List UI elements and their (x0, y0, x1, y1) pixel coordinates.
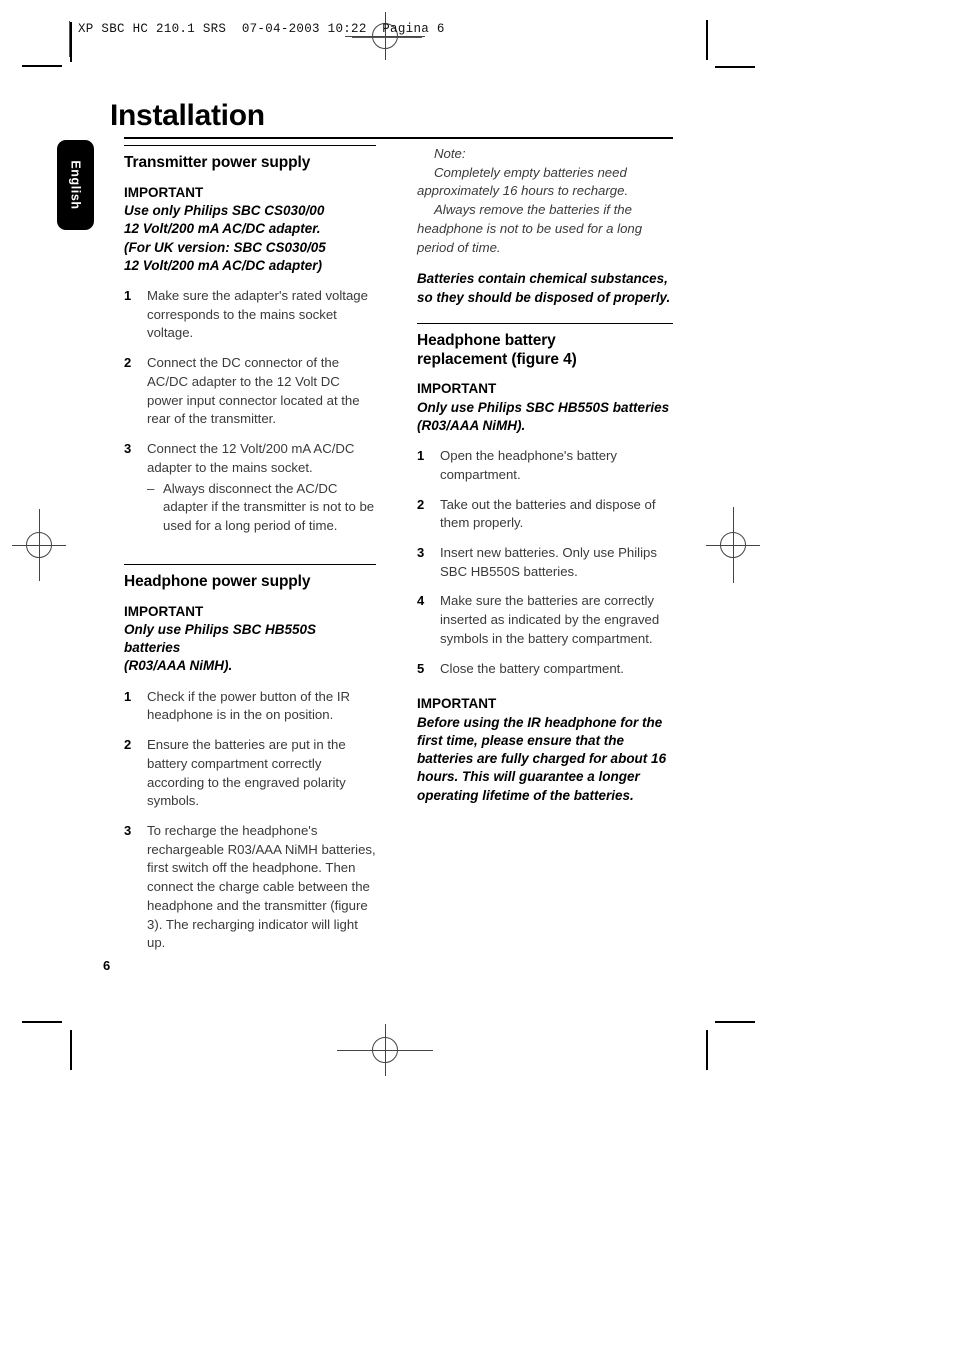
note-block: Note: Completely empty batteries need ap… (417, 145, 673, 257)
step-list: 1 Open the headphone's battery compartme… (417, 447, 673, 678)
step-text: Insert new batteries. Only use Philips S… (440, 545, 657, 579)
important-label: IMPORTANT (124, 603, 204, 619)
important-line: 12 Volt/200 mA AC/DC adapter) (124, 257, 323, 273)
step-number: 1 (124, 288, 132, 303)
step-number: 1 (417, 448, 425, 464)
language-tab-label: English (68, 160, 83, 210)
list-item: 3 Connect the 12 Volt/200 mA AC/DC adapt… (124, 440, 376, 536)
step-number: 3 (417, 545, 425, 560)
important-line: 12 Volt/200 mA AC/DC adapter. (124, 221, 321, 237)
crop-mark-bottom-right-horizontal (715, 1021, 755, 1023)
list-item: 1 Make sure the adapter's rated voltage … (124, 287, 376, 343)
crop-mark-top-left-vertical (70, 22, 72, 62)
important-body: Use only Philips SBC CS030/00 12 Volt/20… (124, 202, 376, 275)
step-number: 1 (124, 688, 132, 704)
step-list: 1 Check if the power button of the IR he… (124, 688, 376, 954)
step-number: 3 (124, 441, 132, 457)
list-item: 4 Make sure the batteries are correctly … (417, 592, 673, 648)
section-heading-line: replacement (figure 4) (417, 350, 577, 368)
crop-mark-bottom-left-vertical (70, 1030, 72, 1070)
important-line: (R03/AAA NiMH). (124, 658, 233, 674)
step-text: Open the headphone's battery compartment… (440, 448, 618, 482)
list-item: 3 To recharge the headphone's rechargeab… (124, 822, 376, 953)
section-heading: Headphone power supply (124, 572, 311, 590)
step-number: 2 (417, 496, 425, 512)
crop-mark-top-left-horizontal (22, 65, 62, 67)
slug-underline (352, 37, 422, 38)
important-line: Use only Philips SBC CS030/00 (124, 203, 325, 219)
step-text: Connect the DC connector of the AC/DC ad… (147, 355, 360, 427)
list-item: 1 Open the headphone's battery compartme… (417, 447, 673, 484)
crop-mark-top-right-horizontal (715, 66, 755, 68)
page-number: 6 (103, 958, 111, 973)
crop-mark-bottom-left-horizontal (22, 1021, 62, 1023)
section-rule (417, 322, 673, 324)
important-line: Only use Philips SBC HB550S batteries (417, 399, 670, 415)
final-important-label: IMPORTANT (417, 696, 497, 712)
list-item: 1 Check if the power button of the IR he… (124, 688, 376, 725)
crop-mark-top-right-vertical (706, 20, 708, 60)
final-important-body: Before using the IR headphone for the fi… (417, 714, 667, 803)
section-rule (124, 563, 376, 565)
step-text: Make sure the batteries are correctly in… (440, 593, 660, 646)
section-heading: Headphone battery replacement (figure 4) (417, 332, 673, 370)
note-paragraph: Always remove the batteries if the headp… (417, 202, 643, 255)
step-text: Close the battery compartment. (440, 660, 624, 676)
note-label: Note: (434, 146, 466, 161)
section-headphone-power-supply: Headphone power supply IMPORTANT Only us… (124, 563, 376, 954)
step-number: 5 (417, 660, 425, 676)
title-rule (124, 137, 673, 139)
section-heading-line: Headphone battery (417, 331, 556, 349)
battery-disposal-warning: Batteries contain chemical substances, s… (417, 271, 671, 305)
document-page: XP SBC HC 210.1 SRS 07-04-2003 10:22 Pag… (0, 0, 954, 1351)
section-headphone-battery-replacement: Headphone battery replacement (figure 4)… (417, 322, 673, 805)
important-line: (For UK version: SBC CS030/05 (124, 239, 326, 255)
step-text: To recharge the headphone's rechargeable… (147, 823, 376, 951)
list-item: 2 Ensure the batteries are put in the ba… (124, 736, 376, 811)
important-label: IMPORTANT (417, 381, 497, 397)
step-list: 1 Make sure the adapter's rated voltage … (124, 287, 376, 536)
slug-divider-vertical (69, 21, 70, 57)
step-sub-item: – Always disconnect the AC/DC adapter if… (147, 480, 376, 536)
step-number: 2 (124, 355, 132, 371)
section-transmitter-power-supply: Transmitter power supply IMPORTANT Use o… (124, 145, 376, 536)
section-heading: Transmitter power supply (124, 154, 311, 171)
important-body: Only use Philips SBC HB550S batteries (R… (124, 621, 376, 676)
step-sub-text: Always disconnect the AC/DC adapter if t… (163, 480, 375, 534)
step-number: 2 (124, 737, 132, 753)
step-text: Ensure the batteries are put in the batt… (147, 737, 346, 809)
important-body: Only use Philips SBC HB550S batteries (R… (417, 399, 673, 435)
step-text: Make sure the adapter's rated voltage co… (147, 288, 368, 341)
left-column: Transmitter power supply IMPORTANT Use o… (124, 145, 376, 964)
slug-text: XP SBC HC 210.1 SRS 07-04-2003 10:22 Pag… (78, 22, 445, 36)
list-item: 2 Connect the DC connector of the AC/DC … (124, 354, 376, 429)
important-line: Only use Philips SBC HB550S batteries (124, 621, 317, 656)
right-column: Note: Completely empty batteries need ap… (417, 145, 673, 817)
important-line: (R03/AAA NiMH). (417, 417, 526, 433)
step-text: Take out the batteries and dispose of th… (440, 496, 656, 531)
step-text: Check if the power button of the IR head… (147, 688, 351, 723)
list-item: 3 Insert new batteries. Only use Philips… (417, 544, 673, 581)
language-tab-english: English (57, 140, 94, 230)
section-rule (124, 145, 376, 146)
note-paragraph: Completely empty batteries need approxim… (417, 164, 629, 199)
important-label: IMPORTANT (124, 184, 204, 200)
step-number: 3 (124, 823, 132, 838)
list-item: 5 Close the battery compartment. (417, 660, 673, 679)
step-number: 4 (417, 593, 425, 609)
page-title: Installation (110, 99, 265, 132)
list-item: 2 Take out the batteries and dispose of … (417, 496, 673, 533)
crop-mark-bottom-right-vertical (706, 1030, 708, 1070)
dash-bullet: – (147, 480, 155, 496)
step-text: Connect the 12 Volt/200 mA AC/DC adapter… (147, 441, 355, 475)
